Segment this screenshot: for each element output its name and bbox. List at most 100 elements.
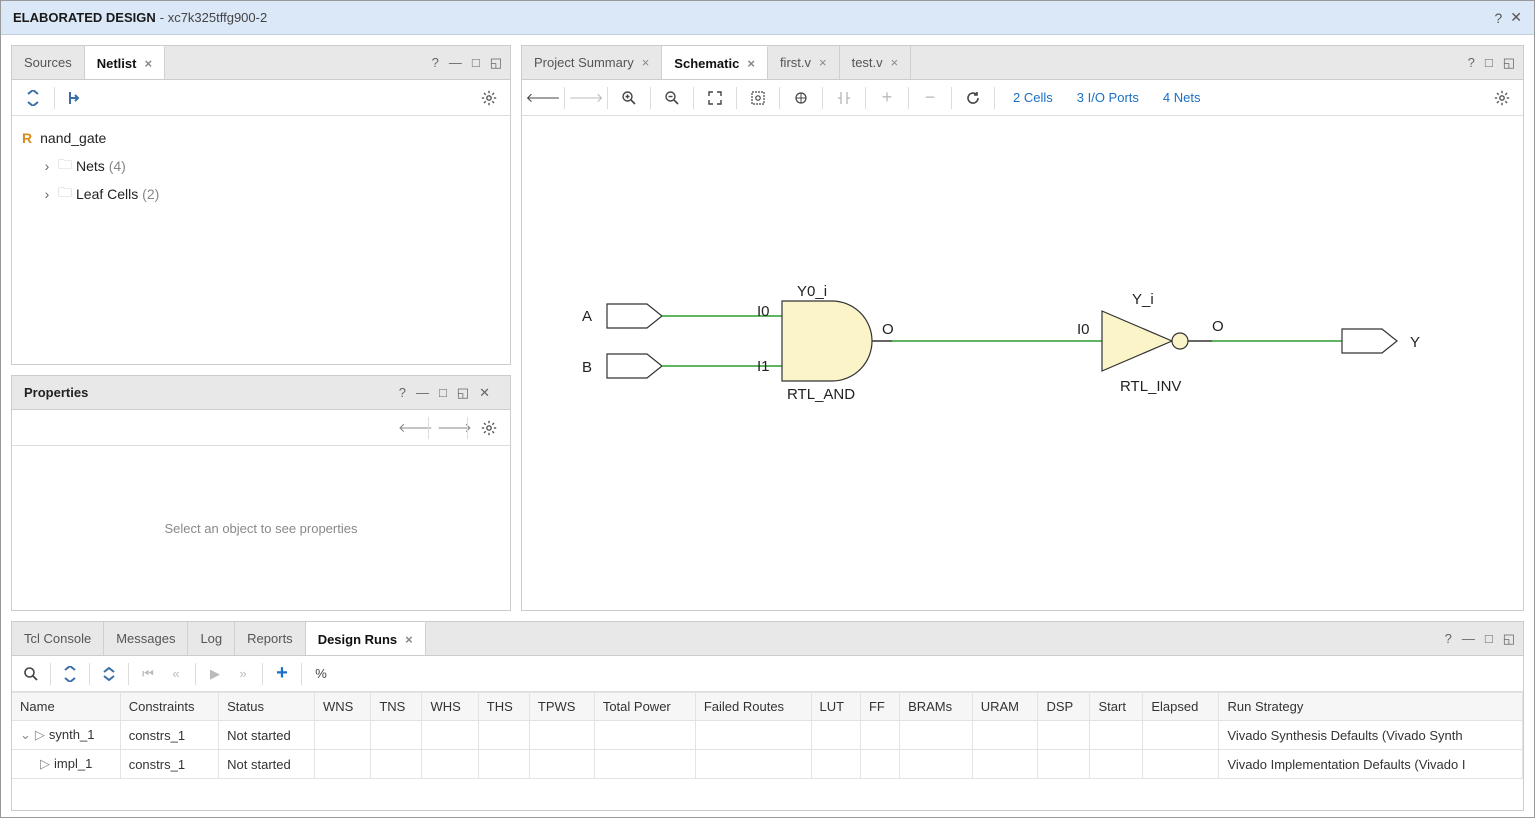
column-header[interactable]: Run Strategy <box>1219 693 1523 721</box>
go-to-icon[interactable] <box>63 85 89 111</box>
tree-item-nets[interactable]: › 🗀 Nets (4) <box>22 152 500 180</box>
table-cell <box>1038 750 1090 779</box>
chevron-right-icon[interactable]: › <box>40 186 54 202</box>
float-icon[interactable]: ◱ <box>1503 631 1515 647</box>
regenerate-icon[interactable] <box>960 85 986 111</box>
float-icon[interactable]: ◱ <box>1503 55 1515 71</box>
table-cell <box>1038 721 1090 750</box>
back-icon[interactable]: 🡐 <box>398 420 420 436</box>
zoom-out-icon[interactable] <box>659 85 685 111</box>
close-icon[interactable]: × <box>144 56 152 71</box>
help-icon[interactable]: ? <box>1494 10 1502 26</box>
column-header[interactable]: TPWS <box>529 693 594 721</box>
close-icon[interactable]: × <box>891 55 899 70</box>
help-icon[interactable]: ? <box>432 55 439 70</box>
column-header[interactable]: WNS <box>315 693 371 721</box>
expand-all-icon[interactable] <box>96 661 122 687</box>
table-cell <box>371 721 422 750</box>
column-header[interactable]: Constraints <box>120 693 218 721</box>
tab-schematic[interactable]: Schematic× <box>662 46 768 79</box>
help-icon[interactable]: ? <box>1468 55 1475 70</box>
column-header[interactable]: BRAMs <box>900 693 973 721</box>
port-a-shape[interactable] <box>607 304 662 328</box>
auto-fit-icon[interactable] <box>788 85 814 111</box>
chevron-down-icon[interactable]: ⌄ <box>20 727 31 742</box>
elaborated-design-header: ELABORATED DESIGN - xc7k325tffg900-2 ? ✕ <box>1 1 1534 35</box>
table-cell <box>478 721 529 750</box>
column-header[interactable]: Status <box>219 693 315 721</box>
gear-icon[interactable] <box>476 415 502 441</box>
close-icon[interactable]: ✕ <box>479 385 490 401</box>
gear-icon[interactable] <box>1489 85 1515 111</box>
column-header[interactable]: Start <box>1090 693 1143 721</box>
column-header[interactable]: Name <box>12 693 120 721</box>
tab-design-runs[interactable]: Design Runs× <box>306 622 426 655</box>
and-gate[interactable] <box>782 301 872 381</box>
link-cells[interactable]: 2 Cells <box>1003 90 1063 105</box>
close-icon[interactable]: × <box>405 632 413 647</box>
close-icon[interactable]: ✕ <box>1510 9 1522 26</box>
zoom-area-icon[interactable] <box>745 85 771 111</box>
port-b-shape[interactable] <box>607 354 662 378</box>
link-nets[interactable]: 4 Nets <box>1153 90 1211 105</box>
tab-sources[interactable]: Sources <box>12 46 85 79</box>
column-header[interactable]: FF <box>860 693 899 721</box>
tab-tcl-console[interactable]: Tcl Console <box>12 622 104 655</box>
zoom-in-icon[interactable] <box>616 85 642 111</box>
zoom-fit-icon[interactable] <box>702 85 728 111</box>
tab-log[interactable]: Log <box>188 622 235 655</box>
maximize-icon[interactable]: □ <box>1485 631 1493 646</box>
tree-root-nand-gate[interactable]: R nand_gate <box>22 124 500 152</box>
close-icon[interactable]: × <box>819 55 827 70</box>
help-icon[interactable]: ? <box>1445 631 1452 646</box>
tab-messages[interactable]: Messages <box>104 622 188 655</box>
schematic-canvas[interactable]: A B Y0_i I0 I1 RTL_AND O <box>522 116 1523 610</box>
column-header[interactable]: URAM <box>972 693 1038 721</box>
column-header[interactable]: Total Power <box>594 693 695 721</box>
inv-gate[interactable] <box>1102 311 1172 371</box>
tab-first-v[interactable]: first.v× <box>768 46 840 79</box>
float-icon[interactable]: ◱ <box>457 385 469 401</box>
column-header[interactable]: THS <box>478 693 529 721</box>
tab-test-v[interactable]: test.v× <box>840 46 912 79</box>
column-header[interactable]: Failed Routes <box>695 693 811 721</box>
forward-icon[interactable]: 🡒 <box>437 420 459 436</box>
properties-header: Properties ? — □ ◱ ✕ <box>12 376 510 410</box>
and-type-label: RTL_AND <box>787 386 855 403</box>
column-header[interactable]: WHS <box>422 693 478 721</box>
table-row[interactable]: ⌄▷synth_1constrs_1Not startedVivado Synt… <box>12 721 1523 750</box>
maximize-icon[interactable]: □ <box>472 55 480 70</box>
minimize-icon[interactable]: — <box>416 385 429 400</box>
collapse-all-icon[interactable] <box>20 85 46 111</box>
maximize-icon[interactable]: □ <box>439 385 447 400</box>
column-header[interactable]: DSP <box>1038 693 1090 721</box>
chevron-right-icon[interactable]: › <box>40 158 54 174</box>
column-header[interactable]: LUT <box>811 693 860 721</box>
tree-item-leaf-cells[interactable]: › 🗀 Leaf Cells (2) <box>22 180 500 208</box>
table-row[interactable]: ▷impl_1constrs_1Not startedVivado Implem… <box>12 750 1523 779</box>
schematic-tabs: Project Summary× Schematic× first.v× tes… <box>522 46 1523 80</box>
table-cell <box>972 721 1038 750</box>
float-icon[interactable]: ◱ <box>490 55 502 71</box>
link-io-ports[interactable]: 3 I/O Ports <box>1067 90 1149 105</box>
minimize-icon[interactable]: — <box>449 55 462 70</box>
tab-netlist[interactable]: Netlist × <box>85 46 165 79</box>
inv-type-label: RTL_INV <box>1120 378 1181 395</box>
help-icon[interactable]: ? <box>399 385 406 400</box>
search-icon[interactable] <box>18 661 44 687</box>
close-icon[interactable]: × <box>642 55 650 70</box>
tab-reports[interactable]: Reports <box>235 622 306 655</box>
column-header[interactable]: TNS <box>371 693 422 721</box>
gear-icon[interactable] <box>476 85 502 111</box>
port-a-label: A <box>582 308 592 325</box>
percent-icon[interactable]: % <box>308 661 334 687</box>
tab-project-summary[interactable]: Project Summary× <box>522 46 662 79</box>
maximize-icon[interactable]: □ <box>1485 55 1493 70</box>
add-run-icon[interactable]: + <box>269 661 295 687</box>
port-y-shape[interactable] <box>1342 329 1397 353</box>
column-header[interactable]: Elapsed <box>1143 693 1219 721</box>
minimize-icon[interactable]: — <box>1462 631 1475 646</box>
close-icon[interactable]: × <box>747 56 755 71</box>
back-icon[interactable]: 🡐 <box>530 85 556 111</box>
collapse-all-icon[interactable] <box>57 661 83 687</box>
